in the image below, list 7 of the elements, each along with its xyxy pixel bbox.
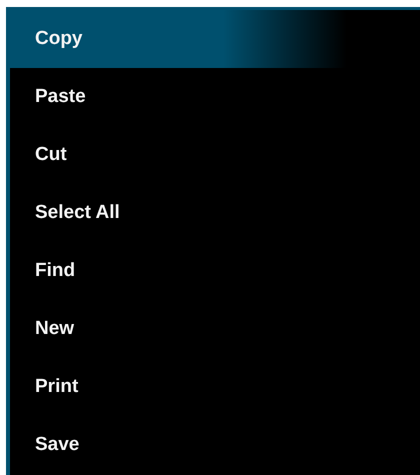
menu-item[interactable]: Cut: [10, 126, 420, 184]
menu-item[interactable]: Save: [10, 416, 420, 474]
menu-item[interactable]: Print: [10, 358, 420, 416]
menu-item[interactable]: Paste: [10, 68, 420, 126]
menu-item[interactable]: New: [10, 300, 420, 358]
menu-item[interactable]: Select All: [10, 184, 420, 242]
menu-item[interactable]: Find: [10, 242, 420, 300]
